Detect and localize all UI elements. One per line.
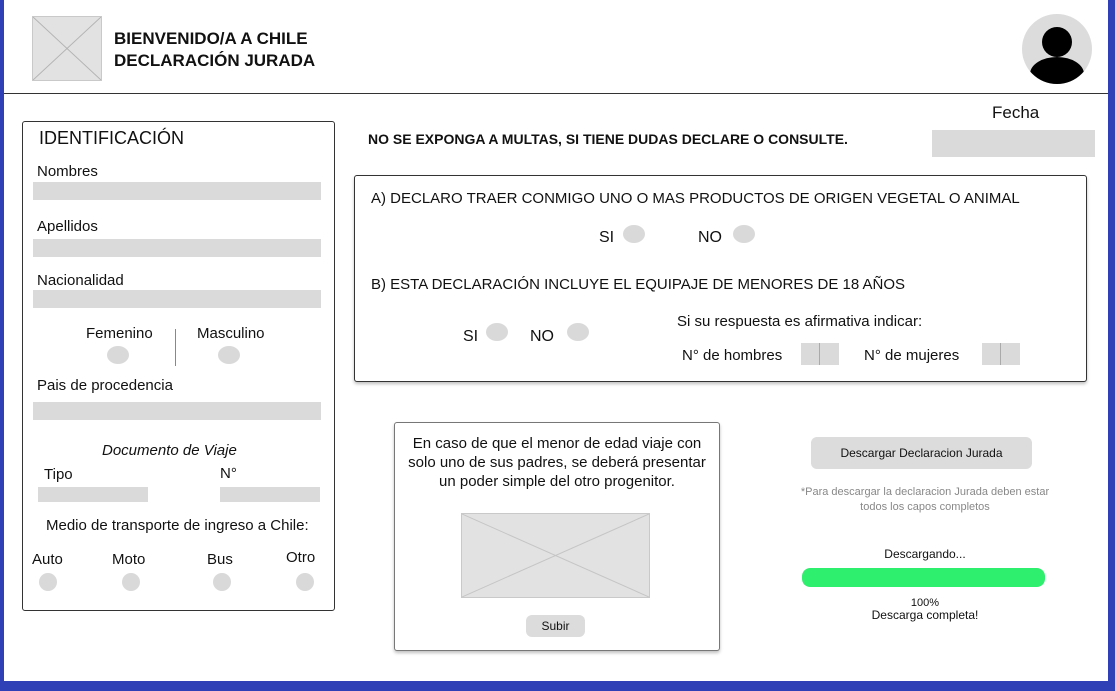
identification-panel: IDENTIFICACIÓN Nombres Apellidos Naciona… (22, 121, 335, 611)
pais-label: Pais de procedencia (37, 377, 173, 394)
declaration-panel: A) DECLARO TRAER CONMIGO UNO O MAS PRODU… (354, 175, 1087, 382)
page-frame: BIENVENIDO/A A CHILE DECLARACIÓN JURADA … (4, 0, 1108, 681)
numero-field[interactable] (220, 487, 320, 502)
tipo-label: Tipo (44, 466, 73, 483)
transport-moto-radio[interactable] (122, 573, 140, 591)
question-a-no-label: NO (698, 229, 722, 246)
nacionalidad-label: Nacionalidad (37, 272, 124, 289)
hombres-stepper[interactable] (801, 343, 839, 365)
question-a-si-radio[interactable] (623, 225, 645, 243)
question-b-si-radio[interactable] (486, 323, 508, 341)
femenino-label: Femenino (86, 325, 153, 342)
question-a-no-radio[interactable] (733, 225, 755, 243)
transport-moto-label: Moto (112, 551, 146, 568)
date-field[interactable] (932, 130, 1095, 157)
date-label: Fecha (992, 103, 1040, 122)
identification-title: IDENTIFICACIÓN (39, 128, 185, 148)
upload-image-placeholder-icon (461, 513, 650, 598)
nacionalidad-field[interactable] (33, 290, 321, 308)
minor-notice-panel: En caso de que el menor de edad viaje co… (394, 422, 720, 651)
transport-otro-label: Otro (286, 549, 316, 566)
affirmative-note: Si su respuesta es afirmativa indicar: (677, 313, 923, 330)
page-title: BIENVENIDO/A A CHILE DECLARACIÓN JURADA (114, 28, 315, 72)
question-a-text: A) DECLARO TRAER CONMIGO UNO O MAS PRODU… (371, 190, 1020, 207)
transport-auto-radio[interactable] (39, 573, 57, 591)
pais-field[interactable] (33, 402, 321, 420)
download-note: *Para descargar la declaracion Jurada de… (800, 486, 1050, 513)
question-b-si-label: SI (463, 328, 479, 345)
avatar-user-icon[interactable] (1022, 14, 1092, 84)
masculino-radio[interactable] (218, 346, 240, 364)
documento-label: Documento de Viaje (102, 442, 237, 459)
progress-fill (802, 568, 1045, 587)
question-b-no-label: NO (530, 328, 554, 345)
mujeres-stepper[interactable] (982, 343, 1020, 365)
tipo-field[interactable] (38, 487, 148, 502)
warning-text: NO SE EXPONGA A MULTAS, SI TIENE DUDAS D… (368, 131, 848, 147)
progress-bar (802, 568, 1045, 587)
header-divider (4, 93, 1108, 94)
download-complete-text: Descarga completa! (871, 608, 979, 622)
logo-image-placeholder-icon (32, 16, 102, 81)
mujeres-label: N° de mujeres (864, 347, 960, 364)
title-line-1: BIENVENIDO/A A CHILE (114, 29, 308, 48)
question-a-si-label: SI (599, 229, 615, 246)
question-b-no-radio[interactable] (567, 323, 589, 341)
transport-bus-radio[interactable] (213, 573, 231, 591)
transporte-label: Medio de transporte de ingreso a Chile: (46, 517, 309, 534)
upload-button[interactable]: Subir (526, 615, 585, 637)
download-button[interactable]: Descargar Declaracion Jurada (811, 437, 1032, 469)
hombres-label: N° de hombres (682, 347, 783, 364)
nombres-field[interactable] (33, 182, 321, 200)
question-b-text: B) ESTA DECLARACIÓN INCLUYE EL EQUIPAJE … (371, 276, 906, 293)
apellidos-label: Apellidos (37, 218, 98, 235)
minor-notice-text: En caso de que el menor de edad viaje co… (408, 435, 706, 490)
transport-otro-radio[interactable] (296, 573, 314, 591)
numero-label: N° (220, 465, 237, 482)
gender-divider (175, 329, 176, 366)
masculino-label: Masculino (197, 325, 265, 342)
transport-auto-label: Auto (32, 551, 63, 568)
title-line-2: DECLARACIÓN JURADA (114, 51, 316, 70)
download-status: Descargando... (884, 547, 966, 561)
femenino-radio[interactable] (107, 346, 129, 364)
transport-bus-label: Bus (207, 551, 233, 568)
apellidos-field[interactable] (33, 239, 321, 257)
nombres-label: Nombres (37, 163, 98, 180)
